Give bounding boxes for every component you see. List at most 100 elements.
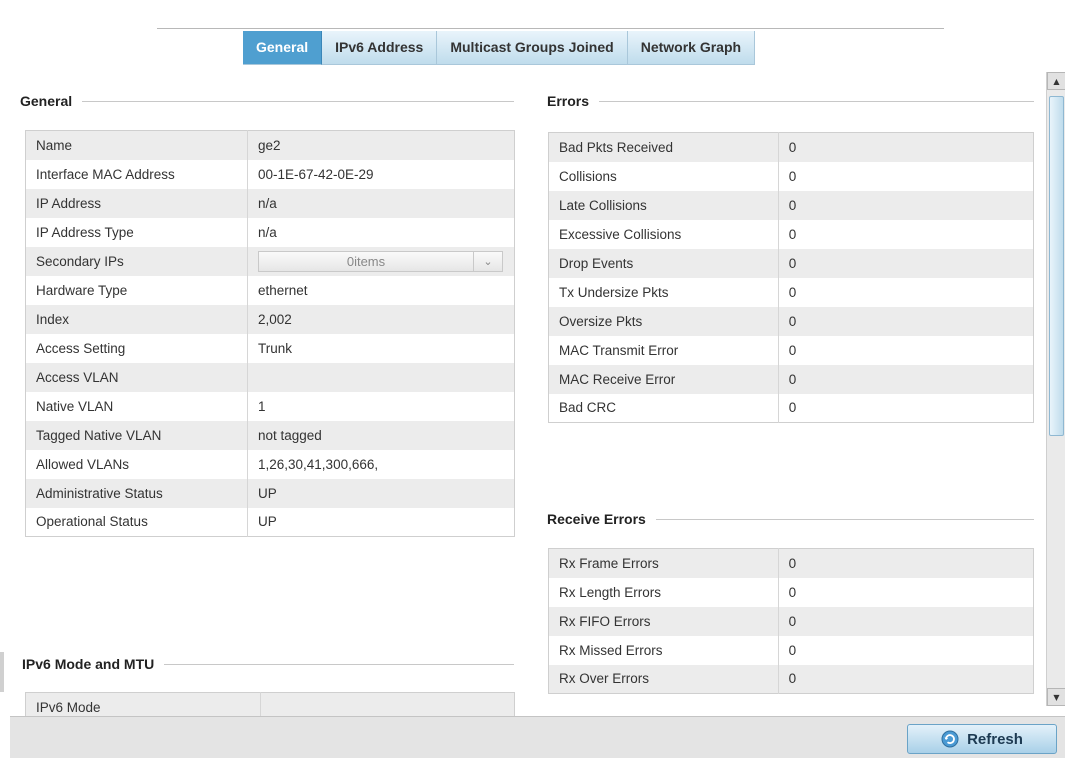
row-label: Name: [25, 130, 248, 160]
row-label: Tx Undersize Pkts: [548, 277, 779, 307]
errors-section-title: Errors: [547, 93, 1034, 109]
table-row: MAC Receive Error 0: [548, 364, 1034, 394]
table-row: Tagged Native VLAN not tagged: [25, 420, 515, 450]
row-value: Trunk: [247, 333, 515, 363]
table-row: Access Setting Trunk: [25, 333, 515, 363]
general-section-title: General: [20, 93, 514, 109]
table-row: Administrative Status UP: [25, 478, 515, 508]
row-value: not tagged: [247, 420, 515, 450]
table-row: Collisions 0: [548, 161, 1034, 191]
row-value: 0: [777, 577, 1034, 607]
row-value: 0: [777, 335, 1034, 365]
row-label: Late Collisions: [548, 190, 779, 220]
row-value: 0: [777, 161, 1034, 191]
table-row: Oversize Pkts 0: [548, 306, 1034, 336]
row-value: 0: [777, 664, 1034, 694]
table-row: Rx Length Errors 0: [548, 577, 1034, 607]
table-row: Interface MAC Address 00-1E-67-42-0E-29: [25, 159, 515, 189]
row-value: [247, 362, 515, 392]
table-row: IP Address n/a: [25, 188, 515, 218]
row-value: 0: [777, 219, 1034, 249]
row-label: Access VLAN: [25, 362, 248, 392]
row-label: MAC Receive Error: [548, 364, 779, 394]
table-row: Allowed VLANs 1,26,30,41,300,666,: [25, 449, 515, 479]
table-row: Name ge2: [25, 130, 515, 160]
table-row: Rx Frame Errors 0: [548, 548, 1034, 578]
row-label: Interface MAC Address: [25, 159, 248, 189]
row-label: Rx FIFO Errors: [548, 606, 779, 636]
tab-general[interactable]: General: [243, 31, 323, 65]
row-value: ethernet: [247, 275, 515, 305]
table-row: Bad Pkts Received 0: [548, 132, 1034, 162]
table-row: Index 2,002: [25, 304, 515, 334]
table-row: Excessive Collisions 0: [548, 219, 1034, 249]
row-value: 0: [777, 248, 1034, 278]
row-value: 0items ⌄: [247, 246, 515, 276]
row-label: Rx Length Errors: [548, 577, 779, 607]
scroll-thumb[interactable]: [1049, 96, 1064, 436]
row-value: 00-1E-67-42-0E-29: [247, 159, 515, 189]
table-row: Bad CRC 0: [548, 393, 1034, 423]
secondary-ips-dropdown[interactable]: 0items ⌄: [258, 250, 503, 272]
row-label: Rx Frame Errors: [548, 548, 779, 578]
tab-network-graph[interactable]: Network Graph: [627, 31, 756, 65]
refresh-icon: [941, 730, 959, 748]
table-row: IP Address Type n/a: [25, 217, 515, 247]
row-label: IP Address: [25, 188, 248, 218]
row-label: Index: [25, 304, 248, 334]
tab-ipv6-address[interactable]: IPv6 Address: [322, 31, 438, 65]
scroll-down-icon[interactable]: ▼: [1047, 688, 1065, 706]
row-label: Access Setting: [25, 333, 248, 363]
row-value: 0: [777, 548, 1034, 578]
chevron-down-icon: ⌄: [473, 251, 502, 271]
table-row: MAC Transmit Error 0: [548, 335, 1034, 365]
table-row: Drop Events 0: [548, 248, 1034, 278]
table-row: Hardware Type ethernet: [25, 275, 515, 305]
row-value: 0: [777, 190, 1034, 220]
row-label: Allowed VLANs: [25, 449, 248, 479]
row-label: Rx Missed Errors: [548, 635, 779, 665]
tab-multicast-groups-joined[interactable]: Multicast Groups Joined: [437, 31, 628, 65]
ipv6-section-title: IPv6 Mode and MTU: [22, 656, 514, 672]
errors-table: Bad Pkts Received 0 Collisions 0 Late Coll…: [548, 132, 1034, 423]
tab-strip: General IPv6 Address Multicast Groups Jo…: [243, 31, 756, 65]
row-value: n/a: [247, 217, 515, 247]
dropdown-value: 0items: [346, 253, 386, 269]
row-value: 1,26,30,41,300,666,: [247, 449, 515, 479]
row-label: IP Address Type: [25, 217, 248, 247]
row-label: Collisions: [548, 161, 779, 191]
row-label: Tagged Native VLAN: [25, 420, 248, 450]
table-row: Secondary IPs 0items ⌄: [25, 246, 515, 276]
row-value: 0: [777, 393, 1034, 423]
row-label: MAC Transmit Error: [548, 335, 779, 365]
vertical-scrollbar[interactable]: ▲ ▼: [1046, 72, 1065, 706]
table-row: Native VLAN 1: [25, 391, 515, 421]
row-value: 0: [777, 635, 1034, 665]
row-value: UP: [247, 507, 515, 537]
row-value: 2,002: [247, 304, 515, 334]
receive-errors-section-title: Receive Errors: [547, 511, 1034, 527]
refresh-label: Refresh: [967, 730, 1023, 748]
row-label: Operational Status: [25, 507, 248, 537]
row-label: Rx Over Errors: [548, 664, 779, 694]
row-label: Administrative Status: [25, 478, 248, 508]
left-edge-marker: [0, 652, 4, 692]
refresh-button[interactable]: Refresh: [907, 724, 1057, 754]
row-label: Hardware Type: [25, 275, 248, 305]
receive-errors-table: Rx Frame Errors 0 Rx Length Errors 0 Rx FI…: [548, 548, 1034, 694]
row-value: 1: [247, 391, 515, 421]
tabbar-divider: [157, 28, 944, 29]
table-row: Operational Status UP: [25, 507, 515, 537]
row-value: UP: [247, 478, 515, 508]
row-label: Drop Events: [548, 248, 779, 278]
table-row: Late Collisions 0: [548, 190, 1034, 220]
row-label: Bad CRC: [548, 393, 779, 423]
table-row: Rx Over Errors 0: [548, 664, 1034, 694]
row-label: Excessive Collisions: [548, 219, 779, 249]
row-label: Native VLAN: [25, 391, 248, 421]
row-value: 0: [777, 606, 1034, 636]
row-value: 0: [777, 277, 1034, 307]
scroll-up-icon[interactable]: ▲: [1047, 72, 1065, 90]
row-value: n/a: [247, 188, 515, 218]
table-row: Rx Missed Errors 0: [548, 635, 1034, 665]
